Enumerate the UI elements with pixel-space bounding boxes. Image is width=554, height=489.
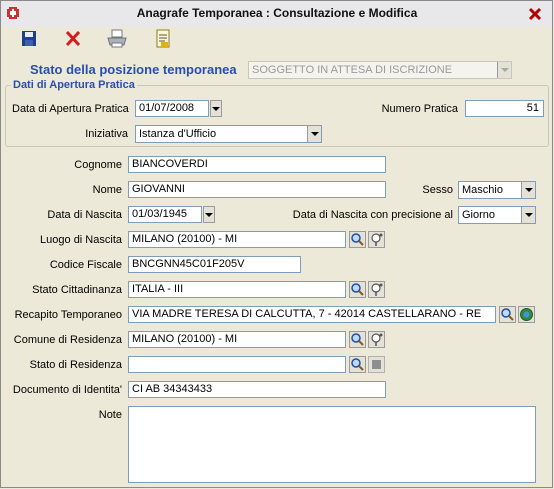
recapito-field[interactable]: VIA MADRE TERESA DI CALCUTTA, 7 - 42014 … (128, 306, 496, 323)
data-nascita-field[interactable]: 01/03/1945 (128, 206, 202, 223)
precisione-label: Data di Nascita con precisione al (292, 209, 453, 221)
zoom-detail-icon[interactable] (368, 281, 385, 298)
data-apertura-field[interactable]: 01/07/2008 (135, 100, 209, 117)
nome-field[interactable]: GIOVANNI (128, 181, 386, 198)
chevron-down-icon (307, 126, 321, 142)
comune-residenza-field[interactable]: MILANO (20100) - MI (128, 331, 346, 348)
search-icon[interactable] (499, 306, 516, 323)
disabled-detail-icon (368, 356, 385, 373)
window: Anagrafe Temporanea : Consultazione e Mo… (0, 0, 554, 489)
precisione-select[interactable]: Giorno (458, 206, 536, 224)
cittadinanza-label: Stato Cittadinanza (32, 284, 122, 296)
numero-pratica-label: Numero Pratica (381, 103, 458, 115)
documento-field[interactable]: CI AB 34343433 (128, 381, 386, 398)
codice-fiscale-field[interactable]: BNCGNN45C01F205V (128, 256, 301, 273)
luogo-nascita-label: Luogo di Nascita (40, 234, 122, 246)
search-icon[interactable] (349, 356, 366, 373)
data-nascita-label: Data di Nascita (47, 209, 122, 221)
cittadinanza-field[interactable]: ITALIA - III (128, 281, 346, 298)
data-apertura-label: Data di Apertura Pratica (12, 103, 129, 115)
numero-pratica-field[interactable]: 51 (465, 100, 544, 117)
floppy-disk-icon[interactable] (18, 29, 40, 49)
form-area: Stato della posizione temporanea SOGGETT… (0, 51, 554, 489)
cognome-field[interactable]: BIANCOVERDI (128, 156, 386, 173)
stato-residenza-field[interactable] (128, 356, 346, 373)
chevron-down-icon (497, 62, 511, 78)
zoom-detail-icon[interactable] (368, 331, 385, 348)
recapito-label: Recapito Temporaneo (14, 309, 122, 321)
sesso-value: Maschio (462, 184, 503, 196)
comune-residenza-label: Comune di Residenza (13, 334, 122, 346)
iniziativa-label: Iniziativa (85, 128, 128, 140)
precisione-value: Giorno (462, 209, 496, 221)
iniziativa-select[interactable]: Istanza d'Ufficio (135, 125, 322, 143)
stato-residenza-label: Stato di Residenza (29, 359, 122, 371)
toolbar (0, 27, 554, 51)
chevron-down-icon (521, 182, 535, 198)
close-icon[interactable] (526, 5, 544, 23)
iniziativa-value: Istanza d'Ufficio (139, 128, 217, 140)
codice-fiscale-label: Codice Fiscale (49, 259, 122, 271)
data-apertura-calendar-button[interactable] (210, 100, 222, 117)
title-bar: Anagrafe Temporanea : Consultazione e Mo… (0, 0, 554, 28)
zoom-detail-icon[interactable] (368, 231, 385, 248)
documento-label: Documento di Identita' (12, 384, 122, 396)
delete-icon[interactable] (62, 29, 84, 49)
search-icon[interactable] (349, 331, 366, 348)
stato-select: SOGGETTO IN ATTESA DI ISCRIZIONE (248, 61, 512, 79)
sesso-select[interactable]: Maschio (458, 181, 536, 199)
apertura-legend: Dati di Apertura Pratica (11, 79, 137, 91)
data-nascita-calendar-button[interactable] (203, 206, 215, 223)
sesso-label: Sesso (422, 184, 453, 196)
luogo-nascita-field[interactable]: MILANO (20100) - MI (128, 231, 346, 248)
cognome-label: Cognome (74, 159, 122, 171)
printer-icon[interactable] (106, 29, 128, 49)
stato-label: Stato della posizione temporanea (30, 62, 237, 77)
search-icon[interactable] (349, 231, 366, 248)
stato-value: SOGGETTO IN ATTESA DI ISCRIZIONE (252, 64, 453, 76)
document-icon[interactable] (152, 29, 174, 49)
globe-icon[interactable] (518, 306, 535, 323)
window-title: Anagrafe Temporanea : Consultazione e Mo… (136, 6, 418, 20)
chevron-down-icon (521, 207, 535, 223)
nome-label: Nome (92, 184, 122, 196)
search-icon[interactable] (349, 281, 366, 298)
note-textarea[interactable] (128, 406, 536, 483)
note-label: Note (98, 409, 122, 421)
